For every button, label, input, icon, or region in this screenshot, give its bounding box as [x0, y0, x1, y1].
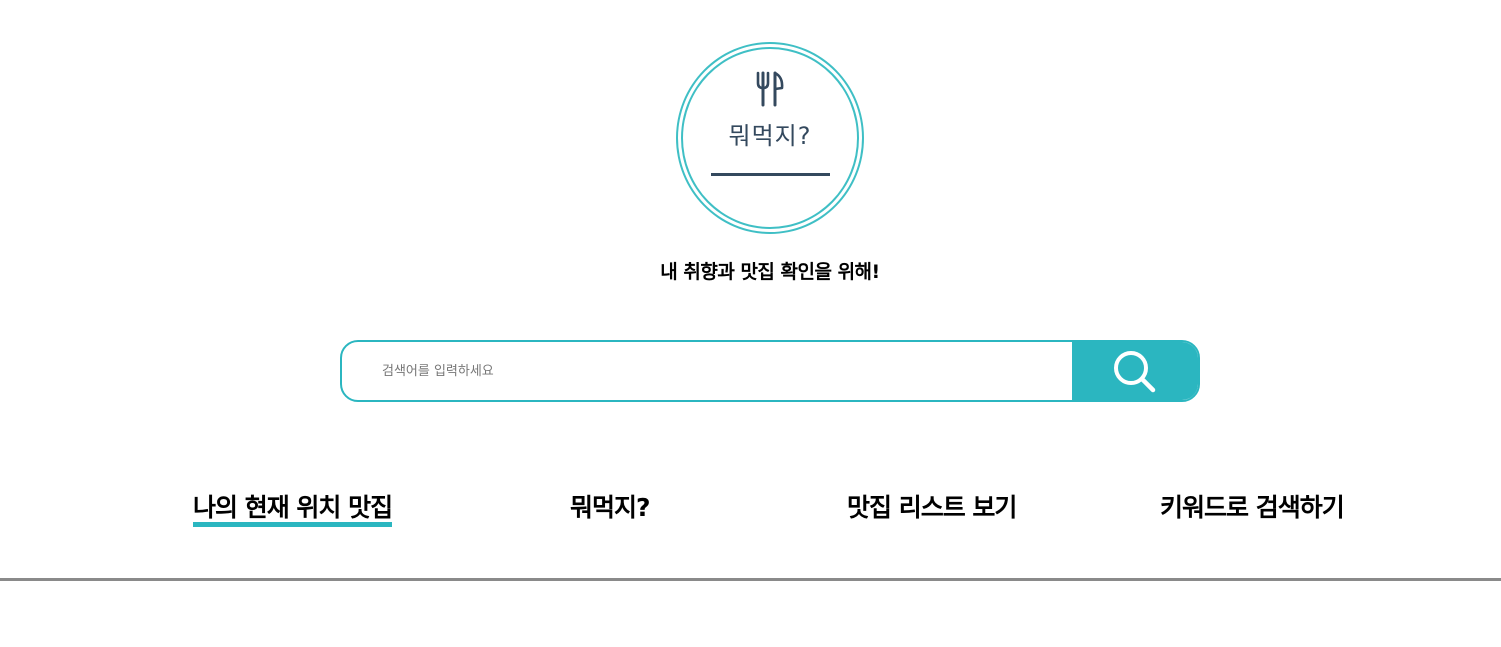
home-page: 뭐먹지? 내 취향과 맛집 확인을 위해! 나의 현재 위치 맛집 뭐먹지? 맛…: [0, 0, 1501, 647]
nav-item-label: 키워드로 검색하기: [1160, 493, 1345, 522]
logo-underline: [711, 173, 830, 176]
nav-item-what-to-eat[interactable]: 뭐먹지?: [570, 488, 651, 524]
active-tab-underline: [193, 522, 393, 527]
nav-item-restaurant-list[interactable]: 맛집 리스트 보기: [847, 488, 1017, 524]
nav-divider: [0, 578, 1501, 581]
nav-item-label: 나의 현재 위치 맛집: [193, 493, 393, 522]
search-icon: [1114, 351, 1156, 393]
nav-item-keyword-search[interactable]: 키워드로 검색하기: [1160, 488, 1345, 524]
nav-item-current-location[interactable]: 나의 현재 위치 맛집: [193, 488, 393, 527]
search-bar: [340, 340, 1200, 402]
nav-item-label: 맛집 리스트 보기: [847, 493, 1017, 522]
fork-knife-icon: [756, 71, 784, 107]
logo-title: 뭐먹지?: [728, 122, 812, 150]
tagline: 내 취향과 맛집 확인을 위해!: [660, 261, 880, 283]
nav-item-label: 뭐먹지?: [570, 493, 651, 522]
search-button[interactable]: [1072, 342, 1198, 400]
search-input[interactable]: [342, 342, 1074, 400]
